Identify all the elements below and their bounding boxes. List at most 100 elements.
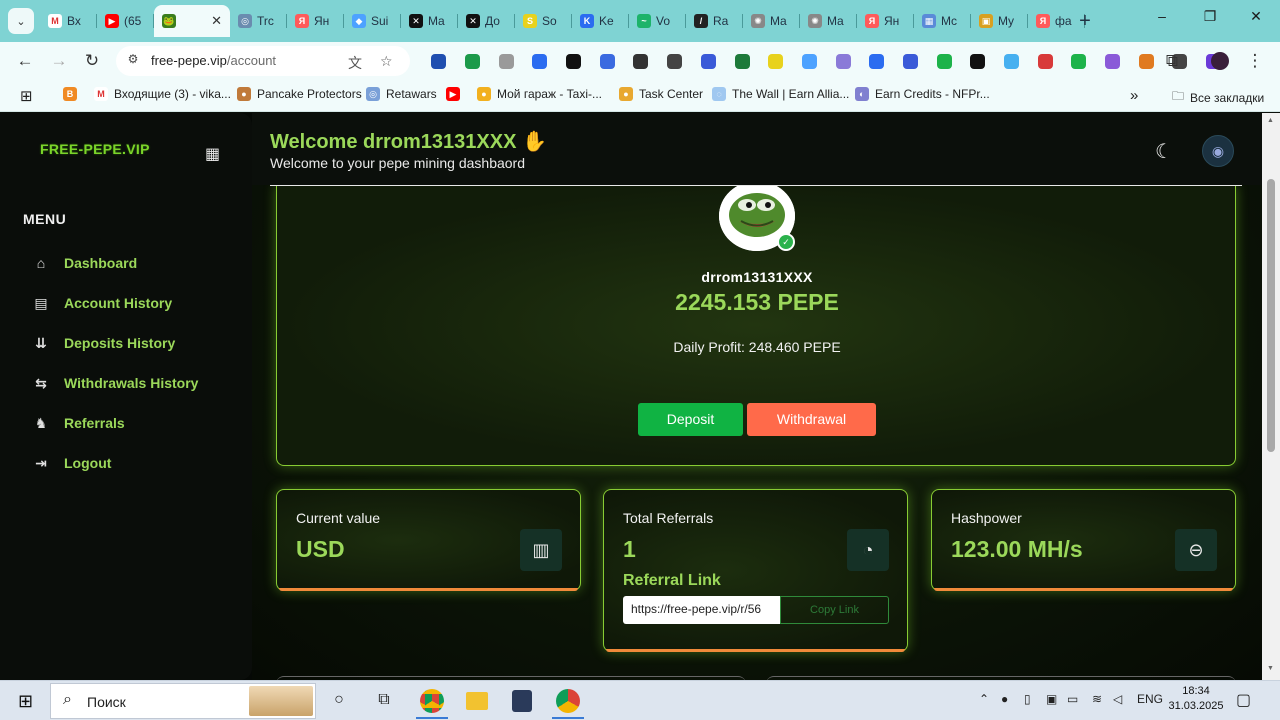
- site-logo[interactable]: FREE-PEPE.VIP: [40, 141, 150, 157]
- browser-tab[interactable]: / Ra: [686, 5, 743, 37]
- extension-icon[interactable]: [725, 52, 759, 70]
- extension-icon[interactable]: [523, 52, 557, 70]
- tray-expand-icon[interactable]: ⌃: [979, 692, 989, 706]
- sidebar-item-referrals[interactable]: ♞ Referrals: [32, 411, 125, 435]
- bookmark-item[interactable]: M Входящие (3) - vika...: [94, 87, 231, 101]
- sidebar-item-logout[interactable]: ⇥ Logout: [32, 451, 111, 475]
- browser-tab[interactable]: ◎ Trc: [230, 5, 287, 37]
- translate-icon[interactable]: 文: [348, 53, 362, 73]
- extension-icon[interactable]: [590, 52, 624, 70]
- browser-menu-icon[interactable]: ⋮: [1245, 51, 1265, 71]
- extension-icon[interactable]: [692, 52, 726, 70]
- extension-icon[interactable]: [557, 52, 591, 70]
- dark-mode-toggle-icon[interactable]: ☾: [1155, 139, 1173, 164]
- apps-grid-icon[interactable]: ⊞: [20, 87, 33, 105]
- extension-icon[interactable]: [860, 52, 894, 70]
- profile-avatar-icon[interactable]: [1211, 52, 1229, 70]
- extension-icon[interactable]: [658, 52, 692, 70]
- browser-tab[interactable]: ▶ (65: [97, 5, 154, 37]
- sidebar-item-dashboard[interactable]: ⌂ Dashboard: [32, 251, 137, 275]
- extension-icon[interactable]: [456, 52, 490, 70]
- language-indicator[interactable]: ENG: [1137, 692, 1163, 706]
- browser-tab[interactable]: ✕ До: [458, 5, 515, 37]
- scroll-up-arrow-icon[interactable]: ▲: [1267, 117, 1274, 124]
- extension-icon[interactable]: [1096, 52, 1130, 70]
- notification-center-icon[interactable]: ▢: [1236, 690, 1251, 710]
- wifi-icon[interactable]: ≋: [1092, 692, 1102, 706]
- all-bookmarks-button[interactable]: 🗀 Все закладки: [1172, 87, 1264, 108]
- windows-start-icon[interactable]: ⊞: [18, 691, 33, 712]
- forward-button[interactable]: →: [49, 51, 69, 71]
- tab-search-dropdown[interactable]: ⌄: [8, 8, 34, 34]
- tab-close-icon[interactable]: ✕: [211, 13, 222, 29]
- browser-tab[interactable]: ~ Vo: [629, 5, 686, 37]
- tray-app-icon[interactable]: ●: [1001, 692, 1008, 706]
- extension-icon[interactable]: [995, 52, 1029, 70]
- cortana-circle-icon[interactable]: ○: [328, 691, 350, 709]
- extension-icon[interactable]: [489, 52, 523, 70]
- camera-icon[interactable]: ▣: [1046, 692, 1057, 706]
- bookmark-item[interactable]: ● Мой гараж - Taxi-...: [477, 87, 602, 101]
- extension-icon[interactable]: [927, 52, 961, 70]
- bookmark-item[interactable]: ▶: [446, 87, 460, 101]
- bookmark-item[interactable]: ◐ Earn Credits - NFPr...: [855, 87, 990, 101]
- reload-button[interactable]: ↻: [82, 51, 102, 71]
- extension-icon[interactable]: [894, 52, 928, 70]
- grid-toggle-icon[interactable]: ▦: [205, 144, 220, 164]
- withdrawal-button[interactable]: Withdrawal: [747, 403, 876, 436]
- tray-device-icon[interactable]: ▯: [1024, 692, 1031, 706]
- browser-tab[interactable]: ◆ Sui: [344, 5, 401, 37]
- bookmark-item[interactable]: ◎ Retawars: [366, 87, 437, 101]
- scroll-down-arrow-icon[interactable]: ▼: [1267, 665, 1274, 672]
- deposit-button[interactable]: Deposit: [638, 403, 743, 436]
- system-clock[interactable]: 18:34 31.03.2025: [1168, 684, 1224, 714]
- browser-tab[interactable]: ✕ Ma: [401, 5, 458, 37]
- extension-icon[interactable]: [1028, 52, 1062, 70]
- browser-tab[interactable]: Я Ян: [857, 5, 914, 37]
- media-app-icon[interactable]: [500, 683, 544, 719]
- browser-tab[interactable]: Я Ян: [287, 5, 344, 37]
- bookmarks-more-icon[interactable]: »: [1130, 87, 1138, 104]
- extension-icon[interactable]: [759, 52, 793, 70]
- browser-tab[interactable]: ✺ Ma: [800, 5, 857, 37]
- browser-tab[interactable]: S So: [515, 5, 572, 37]
- bookmark-item[interactable]: ● Task Center: [619, 87, 703, 101]
- browser-tab[interactable]: K Ke: [572, 5, 629, 37]
- restore-button[interactable]: ❐: [1198, 8, 1222, 25]
- scrollbar-thumb[interactable]: [1267, 179, 1275, 452]
- chrome-profile-taskbar-icon[interactable]: [546, 683, 590, 719]
- sidebar-item-account-history[interactable]: ▤ Account History: [32, 291, 172, 315]
- extension-icon[interactable]: [1062, 52, 1096, 70]
- browser-tab[interactable]: 🐸 ✕: [154, 5, 230, 37]
- bookmark-item[interactable]: ● Pancake Protectors: [237, 87, 362, 101]
- site-info-icon[interactable]: ⚙: [124, 52, 142, 70]
- extension-icon[interactable]: [422, 52, 456, 70]
- extension-icon[interactable]: [624, 52, 658, 70]
- browser-tab[interactable]: ▣ My: [971, 5, 1028, 37]
- referral-link-input[interactable]: https://free-pepe.vip/r/56: [623, 596, 781, 624]
- browser-tab[interactable]: M Вх: [40, 5, 97, 37]
- bookmark-item[interactable]: ◌ The Wall | Earn Allia...: [712, 87, 849, 101]
- chrome-taskbar-icon[interactable]: [410, 683, 454, 719]
- sidebar-item-withdrawals-history[interactable]: ⇆ Withdrawals History: [32, 371, 198, 395]
- file-explorer-icon[interactable]: [455, 683, 499, 719]
- bookmark-star-icon[interactable]: ☆: [380, 53, 393, 70]
- extension-icon[interactable]: [793, 52, 827, 70]
- close-window-button[interactable]: ✕: [1244, 8, 1268, 25]
- new-tab-button[interactable]: +: [1074, 8, 1096, 34]
- task-view-icon[interactable]: ⧉: [373, 691, 395, 709]
- sidebar-item-deposits-history[interactable]: ⇊ Deposits History: [32, 331, 175, 355]
- volume-icon[interactable]: ◁: [1113, 692, 1122, 706]
- taskbar-search[interactable]: ⌕ Поиск: [50, 683, 316, 719]
- browser-tab[interactable]: ▦ Mc: [914, 5, 971, 37]
- back-button[interactable]: ←: [15, 51, 35, 71]
- user-avatar[interactable]: ◉: [1202, 135, 1234, 167]
- page-scrollbar[interactable]: ▲ ▼: [1262, 113, 1280, 680]
- extensions-puzzle-icon[interactable]: ⧉: [1162, 51, 1182, 71]
- browser-tab[interactable]: ✺ Ma: [743, 5, 800, 37]
- extension-icon[interactable]: [961, 52, 995, 70]
- bookmark-item[interactable]: B: [63, 87, 77, 101]
- battery-icon[interactable]: ▭: [1067, 692, 1078, 706]
- minimize-button[interactable]: –: [1150, 8, 1174, 24]
- extension-icon[interactable]: [1129, 52, 1163, 70]
